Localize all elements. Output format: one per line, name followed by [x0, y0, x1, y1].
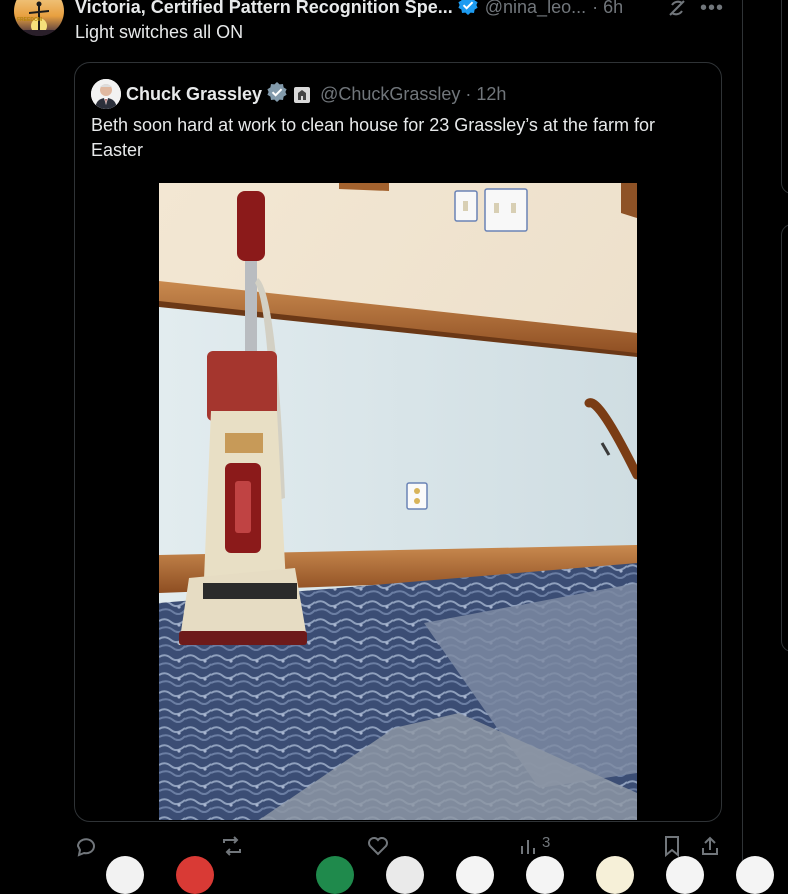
author-avatar[interactable]: FREEDOM	[14, 0, 64, 36]
vacuum-photo[interactable]	[159, 183, 637, 820]
quoted-tweet-header: Chuck Grassley @ChuckGrassley · 12h	[126, 81, 506, 108]
app-icon[interactable]	[386, 856, 424, 894]
sidebar-card	[781, 0, 788, 194]
author-name[interactable]: Victoria, Certified Pattern Recognition …	[75, 0, 453, 18]
avatar-label: FREEDOM	[17, 17, 42, 23]
quoted-author-name[interactable]: Chuck Grassley	[126, 84, 262, 105]
app-icon[interactable]	[596, 856, 634, 894]
app-icon[interactable]	[666, 856, 704, 894]
more-options-icon[interactable]: •••	[700, 0, 724, 20]
app-icon[interactable]	[316, 856, 354, 894]
tweet-text: Light switches all ON	[75, 22, 244, 42]
government-badge-icon	[294, 86, 311, 103]
tweet-header: Victoria, Certified Pattern Recognition …	[75, 0, 623, 20]
dock	[0, 852, 788, 894]
quoted-author-handle[interactable]: @ChuckGrassley	[320, 84, 460, 105]
verified-badge-icon	[266, 81, 288, 108]
column-divider	[742, 0, 743, 865]
tweet-time[interactable]: · 6h	[592, 0, 623, 18]
views-count: 3	[542, 834, 551, 851]
grok-icon[interactable]	[666, 0, 688, 24]
app-icon[interactable]	[176, 856, 214, 894]
quoted-tweet-text: Beth soon hard at work to clean house fo…	[91, 115, 655, 160]
quoted-tweet-time[interactable]: · 12h	[465, 84, 506, 105]
quoted-author-avatar[interactable]	[91, 79, 121, 109]
app-icon[interactable]	[736, 856, 774, 894]
author-handle[interactable]: @nina_leo...	[485, 0, 586, 18]
sidebar-card	[781, 224, 788, 652]
finder-icon[interactable]	[106, 856, 144, 894]
quoted-tweet[interactable]: Chuck Grassley @ChuckGrassley · 12h Beth…	[74, 62, 722, 822]
verified-badge-icon	[457, 0, 479, 21]
app-icon[interactable]	[526, 856, 564, 894]
app-icon[interactable]	[456, 856, 494, 894]
